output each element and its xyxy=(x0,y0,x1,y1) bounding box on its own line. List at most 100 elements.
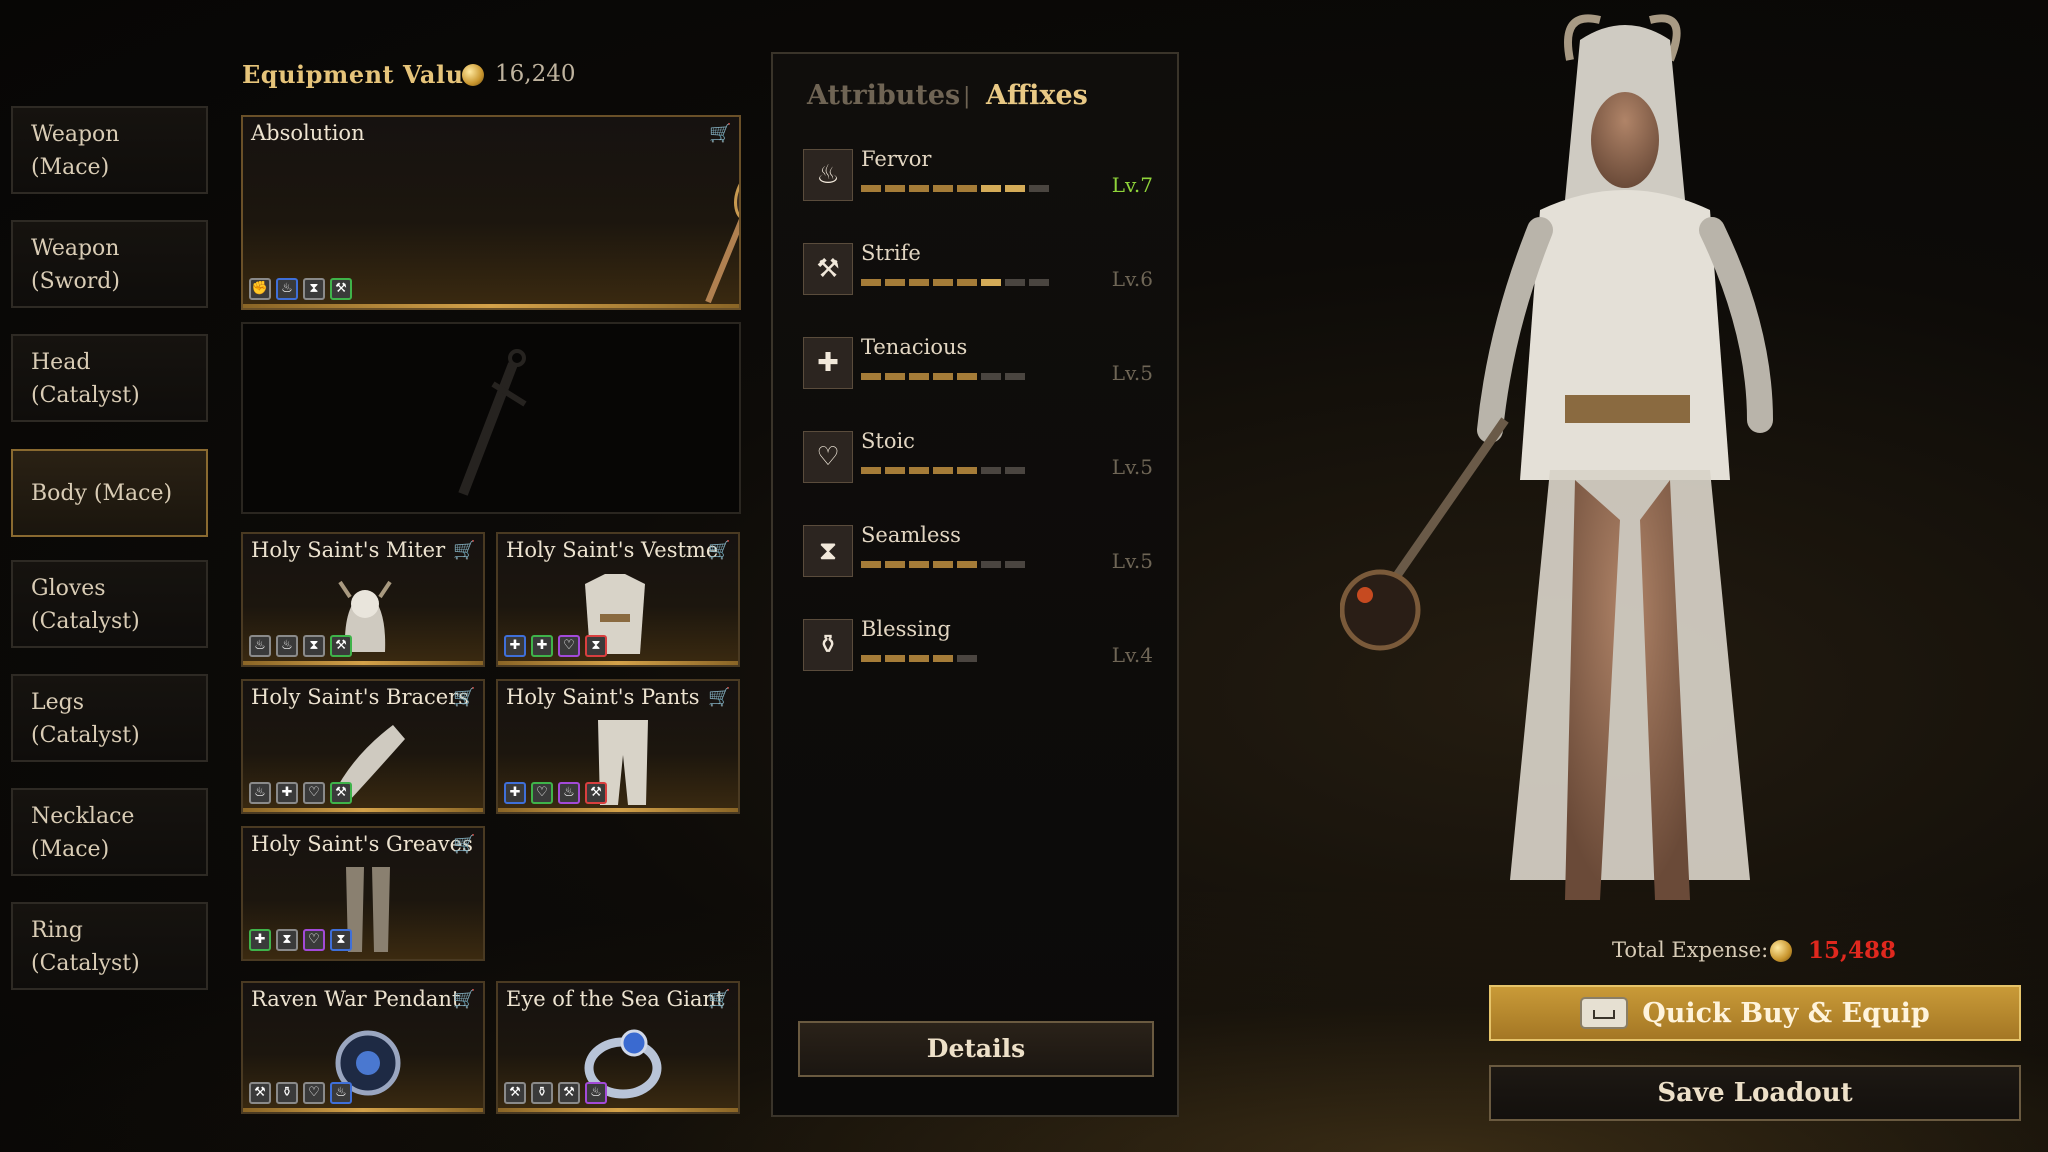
affix-progress-segment xyxy=(957,561,977,568)
cart-icon[interactable]: 🛒 xyxy=(453,689,475,707)
cart-icon[interactable]: 🛒 xyxy=(709,125,731,143)
slot-body[interactable]: Body (Mace) xyxy=(11,449,208,537)
affix-progress-segment xyxy=(909,655,929,662)
cart-icon[interactable]: 🛒 xyxy=(453,542,475,560)
cart-icon[interactable]: 🛒 xyxy=(708,991,730,1009)
affix-row[interactable]: ⚱ Blessing Lv.4 xyxy=(803,617,1153,679)
affix-progress-bar xyxy=(861,185,1049,192)
affix-row[interactable]: ⧗ Seamless Lv.5 xyxy=(803,523,1153,585)
affix-progress-segment xyxy=(909,279,929,286)
hourglass-icon: ⧗ xyxy=(303,278,325,300)
stoic-icon: ♡ xyxy=(303,1082,325,1104)
fervor-icon: ♨ xyxy=(803,149,853,201)
slot-gloves[interactable]: Gloves (Catalyst) xyxy=(11,560,208,648)
hourglass-icon: ⧗ xyxy=(303,635,325,657)
strife-icon: ⚒ xyxy=(558,1082,580,1104)
slot-weapon-mace[interactable]: Weapon (Mace) xyxy=(11,106,208,194)
fervor-icon: ♨ xyxy=(249,635,271,657)
cart-icon[interactable]: 🛒 xyxy=(708,689,730,707)
affix-progress-segment xyxy=(981,279,1001,286)
affix-progress-segment xyxy=(1005,185,1025,192)
affix-row[interactable]: ♡ Stoic Lv.5 xyxy=(803,429,1153,491)
affix-row[interactable]: ♨ Fervor Lv.7 xyxy=(803,147,1153,209)
item-name: Holy Saint's Greaves xyxy=(251,832,473,856)
slot-necklace[interactable]: Necklace (Mace) xyxy=(11,788,208,876)
affix-progress-segment xyxy=(861,185,881,192)
affix-name: Blessing xyxy=(861,617,951,641)
affix-name: Seamless xyxy=(861,523,961,547)
affix-row[interactable]: ⚒ Strife Lv.6 xyxy=(803,241,1153,303)
affix-badges: ⚒ ⚱ ♡ ♨ xyxy=(249,1082,352,1104)
quick-buy-equip-button[interactable]: Quick Buy & Equip xyxy=(1489,985,2021,1041)
rarity-bar xyxy=(243,661,483,665)
affix-level: Lv.5 xyxy=(1111,455,1153,479)
affix-name: Fervor xyxy=(861,147,932,171)
affix-progress-segment xyxy=(1029,185,1049,192)
fist-icon: ✊ xyxy=(249,278,271,300)
item-name: Holy Saint's Miter xyxy=(251,538,446,562)
affix-name: Tenacious xyxy=(861,335,968,359)
slot-weapon-sword[interactable]: Weapon (Sword) xyxy=(11,220,208,308)
rarity-bar xyxy=(498,1108,738,1112)
strife-icon: ⚒ xyxy=(585,782,607,804)
rarity-bar xyxy=(243,808,483,812)
affix-progress-segment xyxy=(933,373,953,380)
stoic-icon: ♡ xyxy=(803,431,853,483)
fervor-icon: ♨ xyxy=(558,782,580,804)
cart-icon[interactable]: 🛒 xyxy=(453,991,475,1009)
tenacious-icon: ✚ xyxy=(504,635,526,657)
details-button[interactable]: Details xyxy=(798,1021,1154,1077)
hourglass-icon: ⧗ xyxy=(585,635,607,657)
affix-progress-bar xyxy=(861,561,1025,568)
affix-progress-segment xyxy=(933,655,953,662)
item-card-head[interactable]: Holy Saint's Miter 🛒 ♨ ♨ ⧗ ⚒ xyxy=(241,532,485,667)
slot-head[interactable]: Head (Catalyst) xyxy=(11,334,208,422)
equipment-value: 16,240 xyxy=(495,61,576,87)
affix-row[interactable]: ✚ Tenacious Lv.5 xyxy=(803,335,1153,397)
item-card-feet[interactable]: Holy Saint's Greaves 🛒 ✚ ⧗ ♡ ⧗ xyxy=(241,826,485,961)
affix-level: Lv.7 xyxy=(1111,173,1153,197)
item-card-gloves[interactable]: Holy Saint's Bracers 🛒 ♨ ✚ ♡ ⚒ xyxy=(241,679,485,814)
affix-progress-segment xyxy=(1005,373,1025,380)
affix-level: Lv.5 xyxy=(1111,361,1153,385)
item-card-weapon[interactable]: Absolution 🛒 ✊ ♨ ⧗ ⚒ xyxy=(241,115,741,310)
rarity-bar xyxy=(243,304,739,308)
cart-icon[interactable]: 🛒 xyxy=(453,836,475,854)
tab-attributes[interactable]: Attributes xyxy=(807,80,960,111)
space-key-icon xyxy=(1580,997,1629,1029)
tab-affixes[interactable]: Affixes xyxy=(986,80,1088,111)
affix-progress-segment xyxy=(933,467,953,474)
slot-legs[interactable]: Legs (Catalyst) xyxy=(11,674,208,762)
rarity-bar xyxy=(498,661,738,665)
affix-badges: ⚒ ⚱ ⚒ ♨ xyxy=(504,1082,607,1104)
item-card-body[interactable]: Holy Saint's Vestme 🛒 ✚ ✚ ♡ ⧗ xyxy=(496,532,740,667)
affix-progress-segment xyxy=(885,185,905,192)
blessing-icon: ⚱ xyxy=(803,619,853,671)
item-card-legs[interactable]: Holy Saint's Pants 🛒 ✚ ♡ ♨ ⚒ xyxy=(496,679,740,814)
sword-silhouette-icon xyxy=(458,349,527,496)
gold-coin-icon xyxy=(462,64,484,86)
affix-progress-segment xyxy=(885,561,905,568)
save-loadout-button[interactable]: Save Loadout xyxy=(1489,1065,2021,1121)
item-card-ring[interactable]: Eye of the Sea Giant 🛒 ⚒ ⚱ ⚒ ♨ xyxy=(496,981,740,1114)
hourglass-icon: ⧗ xyxy=(803,525,853,577)
affix-badges: ♨ ♨ ⧗ ⚒ xyxy=(249,635,352,657)
slot-ring[interactable]: Ring (Catalyst) xyxy=(11,902,208,990)
affix-progress-bar xyxy=(861,373,1025,380)
strife-icon: ⚒ xyxy=(504,1082,526,1104)
fervor-icon: ♨ xyxy=(276,635,298,657)
item-name: Raven War Pendant xyxy=(251,987,461,1011)
item-card-sword-empty[interactable] xyxy=(241,322,741,514)
affix-progress-segment xyxy=(981,373,1001,380)
item-name: Absolution xyxy=(251,121,365,145)
affix-level: Lv.4 xyxy=(1111,643,1153,667)
total-expense-value: 15,488 xyxy=(1808,937,1897,964)
item-card-necklace[interactable]: Raven War Pendant 🛒 ⚒ ⚱ ♡ ♨ xyxy=(241,981,485,1114)
affix-name: Stoic xyxy=(861,429,915,453)
cart-icon[interactable]: 🛒 xyxy=(708,542,730,560)
affix-progress-segment xyxy=(981,561,1001,568)
affix-badges: ✚ ✚ ♡ ⧗ xyxy=(504,635,607,657)
affix-progress-bar xyxy=(861,655,977,662)
slot-label: Necklace (Mace) xyxy=(31,804,135,862)
affix-progress-segment xyxy=(981,185,1001,192)
